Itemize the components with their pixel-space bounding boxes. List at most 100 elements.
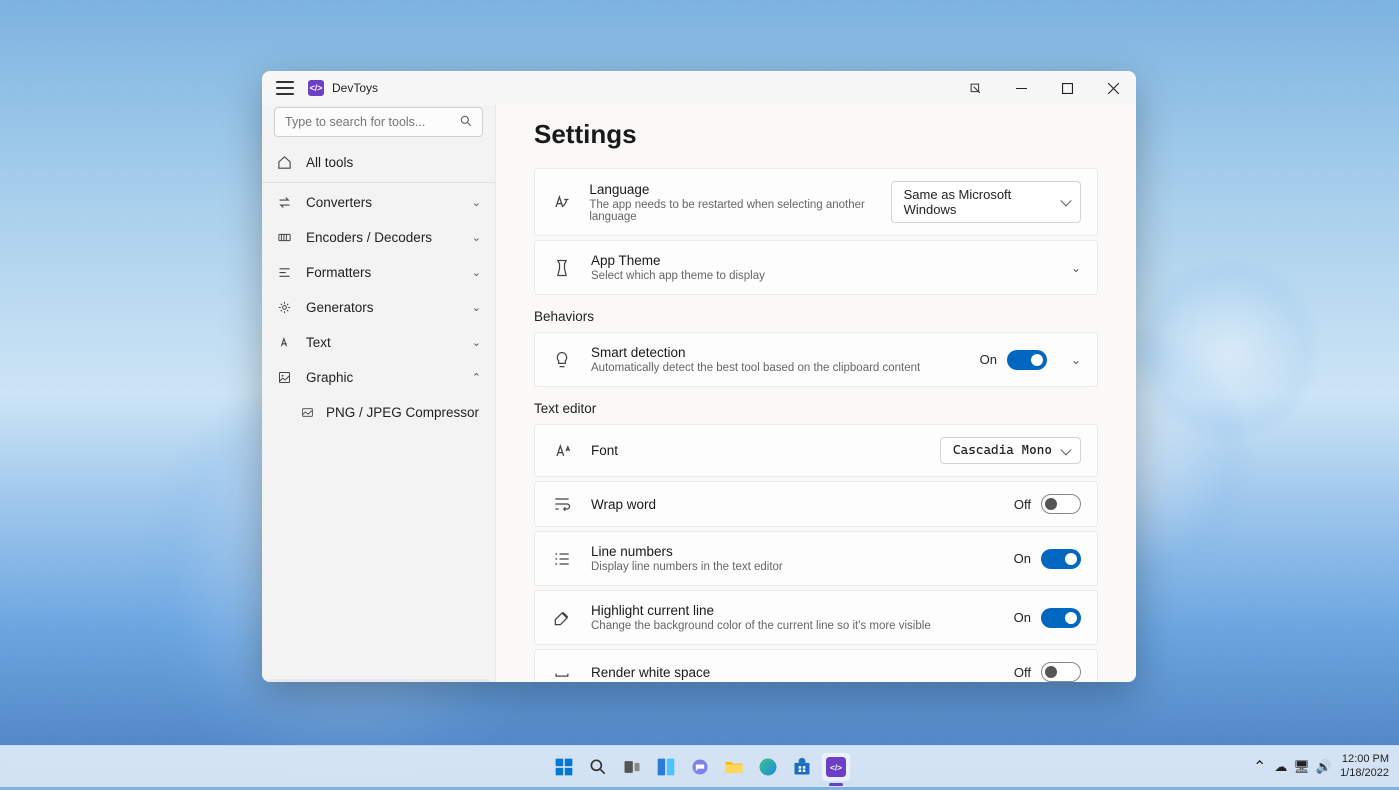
- whitespace-icon: [551, 662, 573, 682]
- divider: [262, 182, 495, 183]
- close-button[interactable]: [1090, 71, 1136, 105]
- maximize-icon: [1062, 83, 1073, 94]
- minimize-button[interactable]: [998, 71, 1044, 105]
- explorer-button[interactable]: [720, 753, 748, 781]
- font-dropdown[interactable]: Cascadia Mono: [940, 437, 1081, 464]
- highlight-icon: [551, 608, 573, 628]
- chat-button[interactable]: [686, 753, 714, 781]
- svg-text:</>: </>: [829, 762, 841, 772]
- chevron-up-icon: ⌃: [472, 371, 481, 384]
- sidebar-item-formatters[interactable]: Formatters ⌄: [262, 255, 495, 290]
- titlebar: </> DevToys: [262, 71, 1136, 105]
- toggle-state-label: On: [980, 352, 997, 367]
- sidebar-item-graphic[interactable]: Graphic ⌃: [262, 360, 495, 395]
- globe-icon: [551, 192, 571, 212]
- image-icon: [300, 406, 314, 419]
- toggle-state-label: On: [1014, 610, 1031, 625]
- setting-title: Language: [589, 182, 890, 197]
- clock-date: 1/18/2022: [1340, 767, 1389, 780]
- desktop-icon[interactable]: 🖥: [1293, 759, 1310, 775]
- sidebar-item-label: Text: [306, 335, 331, 350]
- language-dropdown[interactable]: Same as Microsoft Windows: [891, 181, 1081, 223]
- sidebar-item-label: Encoders / Decoders: [306, 230, 432, 245]
- font-icon: [551, 441, 573, 461]
- setting-font: Font Cascadia Mono: [534, 424, 1098, 477]
- convert-icon: [276, 195, 292, 210]
- start-button[interactable]: [550, 753, 578, 781]
- store-button[interactable]: [788, 753, 816, 781]
- toggle-state-label: On: [1014, 551, 1031, 566]
- whitespace-toggle[interactable]: [1041, 662, 1081, 682]
- linenumber-icon: [551, 549, 573, 569]
- sidebar-item-png-compressor[interactable]: PNG / JPEG Compressor: [262, 395, 495, 430]
- search-input[interactable]: [274, 107, 483, 137]
- taskview-button[interactable]: [618, 753, 646, 781]
- taskbar: </> ⌃ ☁ 🖥 🔊 12:00 PM 1/18/2022: [0, 745, 1399, 787]
- page-title: Settings: [534, 119, 1098, 150]
- setting-title: Highlight current line: [591, 603, 931, 618]
- theme-icon: [551, 258, 573, 278]
- encode-icon: [276, 230, 292, 245]
- system-tray: ⌃ ☁ 🖥 🔊 12:00 PM 1/18/2022: [1253, 753, 1389, 779]
- highlight-line-toggle[interactable]: [1041, 608, 1081, 628]
- sidebar-item-label: Converters: [306, 195, 372, 210]
- tray-chevron-icon[interactable]: ⌃: [1253, 757, 1266, 777]
- menu-toggle-button[interactable]: [276, 79, 294, 97]
- sidebar-item-text[interactable]: Text ⌄: [262, 325, 495, 360]
- section-texteditor: Text editor: [534, 401, 1098, 416]
- generate-icon: [276, 300, 292, 315]
- setting-title: Wrap word: [591, 497, 656, 512]
- search-button[interactable]: [584, 753, 612, 781]
- setting-title: App Theme: [591, 253, 765, 268]
- toggle-state-label: Off: [1014, 497, 1031, 512]
- sidebar-item-settings[interactable]: Settings: [266, 679, 491, 682]
- content-area: Settings Language The app needs to be re…: [496, 105, 1136, 682]
- sidebar-item-generators[interactable]: Generators ⌄: [262, 290, 495, 325]
- app-window: </> DevToys: [262, 71, 1136, 682]
- setting-language: Language The app needs to be restarted w…: [534, 168, 1098, 236]
- lightbulb-icon: [551, 350, 573, 370]
- line-numbers-toggle[interactable]: [1041, 549, 1081, 569]
- text-icon: [276, 335, 292, 350]
- close-icon: [1108, 83, 1119, 94]
- setting-desc: Automatically detect the best tool based…: [591, 362, 920, 374]
- home-icon: [276, 155, 292, 170]
- chevron-down-icon: ⌄: [472, 266, 481, 279]
- setting-desc: Change the background color of the curre…: [591, 620, 931, 632]
- section-behaviors: Behaviors: [534, 309, 1098, 324]
- sidebar-item-label: Formatters: [306, 265, 371, 280]
- pin-button[interactable]: [952, 71, 998, 105]
- wrap-word-toggle[interactable]: [1041, 494, 1081, 514]
- cloud-icon[interactable]: ☁: [1274, 759, 1287, 775]
- maximize-button[interactable]: [1044, 71, 1090, 105]
- edge-button[interactable]: [754, 753, 782, 781]
- sound-icon[interactable]: 🔊: [1316, 759, 1332, 775]
- minimize-icon: [1016, 83, 1027, 94]
- setting-theme[interactable]: App Theme Select which app theme to disp…: [534, 240, 1098, 295]
- sidebar-item-converters[interactable]: Converters ⌄: [262, 185, 495, 220]
- widgets-button[interactable]: [652, 753, 680, 781]
- setting-title: Font: [591, 443, 618, 458]
- clock[interactable]: 12:00 PM 1/18/2022: [1340, 753, 1389, 779]
- chevron-down-icon: ⌄: [472, 336, 481, 349]
- chevron-down-icon: ⌄: [472, 196, 481, 209]
- chevron-down-icon: ⌄: [472, 301, 481, 314]
- setting-whitespace: Render white space Off: [534, 649, 1098, 682]
- setting-desc: Display line numbers in the text editor: [591, 561, 783, 573]
- wrap-icon: [551, 494, 573, 514]
- sidebar: All tools Converters ⌄ Encoders / Decode…: [262, 105, 496, 682]
- setting-highlight-line: Highlight current line Change the backgr…: [534, 590, 1098, 645]
- pin-icon: [968, 81, 983, 96]
- smart-detection-toggle[interactable]: [1007, 350, 1047, 370]
- devtoys-taskbar-button[interactable]: </>: [822, 753, 850, 781]
- setting-line-numbers: Line numbers Display line numbers in the…: [534, 531, 1098, 586]
- chevron-down-icon: ⌄: [472, 231, 481, 244]
- sidebar-item-label: PNG / JPEG Compressor: [326, 405, 479, 420]
- setting-smart-detection[interactable]: Smart detection Automatically detect the…: [534, 332, 1098, 387]
- toggle-state-label: Off: [1014, 665, 1031, 680]
- setting-title: Smart detection: [591, 345, 920, 360]
- search-icon: [459, 114, 473, 128]
- sidebar-item-encoders[interactable]: Encoders / Decoders ⌄: [262, 220, 495, 255]
- chevron-down-icon: ⌄: [1071, 353, 1081, 367]
- sidebar-item-all-tools[interactable]: All tools: [262, 145, 495, 180]
